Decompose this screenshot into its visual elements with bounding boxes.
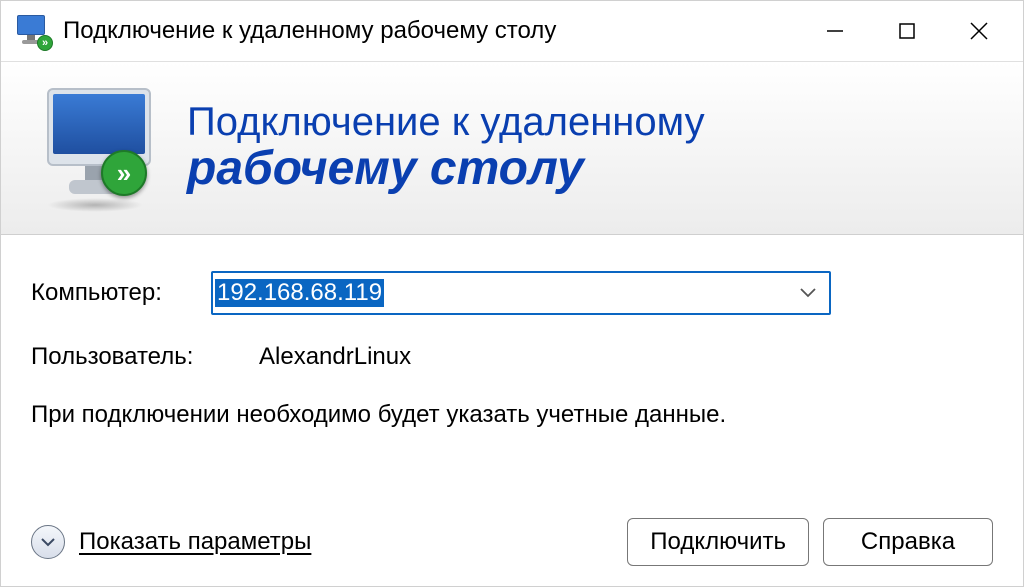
help-button[interactable]: Справка [823, 518, 993, 566]
footer: Показать параметры Подключить Справка [1, 506, 1023, 586]
form-area: Компьютер: 192.168.68.119 Пользователь: … [1, 235, 1023, 506]
computer-label: Компьютер: [31, 279, 211, 307]
banner-text: Подключение к удаленному рабочему столу [187, 101, 705, 196]
close-button[interactable] [943, 2, 1015, 60]
credentials-note: При подключении необходимо будет указать… [31, 399, 791, 431]
connect-button[interactable]: Подключить [627, 518, 809, 566]
rdp-dialog: » Подключение к удаленному рабочему стол… [0, 0, 1024, 587]
window-title: Подключение к удаленному рабочему столу [63, 17, 556, 45]
minimize-button[interactable] [799, 2, 871, 60]
rdp-icon: » [29, 78, 169, 218]
computer-value[interactable]: 192.168.68.119 [215, 279, 384, 307]
titlebar[interactable]: » Подключение к удаленному рабочему стол… [1, 1, 1023, 61]
banner: » Подключение к удаленному рабочему стол… [1, 61, 1023, 235]
maximize-button[interactable] [871, 2, 943, 60]
chevron-down-icon[interactable] [791, 276, 825, 310]
chevron-down-circle-icon [31, 525, 65, 559]
computer-combobox[interactable]: 192.168.68.119 [211, 271, 831, 315]
show-options-toggle[interactable]: Показать параметры [31, 525, 311, 559]
banner-line1: Подключение к удаленному [187, 101, 705, 143]
user-label: Пользователь: [31, 343, 259, 371]
app-icon-small: » [15, 13, 51, 49]
banner-line2: рабочему столу [187, 143, 705, 196]
user-value: AlexandrLinux [259, 343, 411, 371]
show-options-label: Показать параметры [79, 528, 311, 556]
